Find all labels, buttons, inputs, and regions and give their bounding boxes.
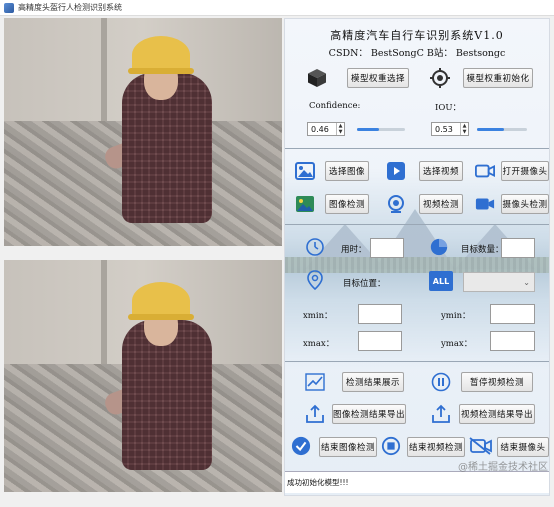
select-video-button[interactable]: 选择视频 [419, 161, 463, 181]
camera-detect-button[interactable]: 摄像头检测 [501, 194, 549, 214]
app-heading: 高精度汽车自行车识别系统V1.0 [330, 29, 504, 42]
window-titlebar: 高精度头盔行人检测识别系统 [0, 0, 554, 16]
xmin-label: xmin： [303, 311, 333, 321]
app-icon [4, 2, 14, 13]
status-bar: 成功初始化模型!!! [285, 471, 549, 493]
site-watermark: @稀土掘金技术社区 [458, 462, 548, 473]
spin-arrows[interactable]: ▲ ▼ [336, 123, 344, 135]
select-image-button[interactable]: 选择图像 [325, 161, 369, 181]
video-play-icon [386, 161, 406, 181]
xmin-field [358, 304, 402, 324]
pause-video-button[interactable]: 暂停视频检测 [461, 372, 533, 392]
status-text: 成功初始化模型!!! [287, 478, 349, 487]
ymax-field [490, 331, 535, 351]
ymin-label: ymin： [441, 311, 471, 321]
clock-icon [305, 237, 325, 257]
video-detect-button[interactable]: 视频检测 [419, 194, 463, 214]
worker-photo [4, 18, 282, 246]
section-divider [285, 224, 549, 225]
iou-slider[interactable] [477, 128, 527, 131]
pane-divider [4, 246, 282, 260]
target-icon [430, 68, 450, 88]
open-camera-button[interactable]: 打开摄像头 [501, 161, 549, 181]
iou-slider-fill [477, 128, 504, 131]
confidence-spinbox[interactable]: 0.46 ▲ ▼ [307, 122, 345, 136]
original-image-view [4, 18, 282, 246]
picture-icon [295, 194, 315, 214]
confidence-slider-fill [357, 128, 380, 131]
target-count-field [501, 238, 535, 258]
xmax-label: xmax： [303, 339, 335, 349]
detection-result-view [4, 260, 282, 492]
model-select-button[interactable]: 模型权重选择 [347, 68, 409, 88]
control-panel: 高精度汽车自行车识别系统V1.0 CSDN： BestSongC B站： Bes… [284, 18, 550, 496]
chevron-down-icon: ⌄ [523, 277, 530, 287]
pause-icon [431, 372, 451, 392]
image-icon [295, 161, 315, 181]
camera-off-icon [469, 436, 493, 456]
section-divider [285, 361, 549, 362]
check-circle-icon [291, 436, 311, 456]
target-count-label: 目标数量： [461, 245, 504, 255]
export-icon [431, 404, 451, 424]
ymin-field [490, 304, 535, 324]
spin-arrows[interactable]: ▲ ▼ [460, 123, 468, 135]
end-image-detect-button[interactable]: 结束图像检测 [319, 437, 377, 457]
export-image-results-button[interactable]: 图像检测结果导出 [332, 404, 406, 424]
all-targets-icon: ALL [429, 271, 453, 291]
video-camera-icon [475, 161, 495, 181]
author-credits: CSDN： BestSongC B站： Bestsongc [328, 48, 506, 59]
confidence-slider[interactable] [357, 128, 405, 131]
xmax-field [358, 331, 402, 351]
line-chart-icon [305, 372, 325, 392]
location-icon [305, 270, 325, 290]
end-video-detect-button[interactable]: 结束视频检测 [407, 437, 465, 457]
worker-photo-result [4, 260, 282, 492]
show-results-button[interactable]: 检测结果展示 [342, 372, 404, 392]
confidence-value: 0.46 [311, 124, 329, 134]
end-camera-button[interactable]: 结束摄像头 [497, 437, 549, 457]
target-position-label: 目标位置： [343, 279, 386, 289]
export-icon [305, 404, 325, 424]
model-init-button[interactable]: 模型权重初始化 [463, 68, 533, 88]
time-label: 用时： [341, 245, 367, 255]
ymax-label: ymax： [441, 339, 473, 349]
pie-chart-icon [429, 237, 449, 257]
export-video-results-button[interactable]: 视频检测结果导出 [459, 404, 535, 424]
cube-icon [307, 68, 327, 88]
webcam-icon [386, 194, 406, 214]
window-title: 高精度头盔行人检测识别系统 [18, 3, 122, 12]
time-field [370, 238, 404, 258]
iou-value: 0.53 [435, 124, 453, 134]
image-detect-button[interactable]: 图像检测 [325, 194, 369, 214]
iou-label: IOU： [435, 103, 461, 113]
confidence-label: Confidence: [309, 101, 361, 111]
stop-icon [381, 436, 401, 456]
iou-spinbox[interactable]: 0.53 ▲ ▼ [431, 122, 469, 136]
target-select-dropdown[interactable]: ⌄ [463, 272, 535, 292]
section-divider [285, 148, 549, 149]
camcorder-icon [475, 194, 495, 214]
